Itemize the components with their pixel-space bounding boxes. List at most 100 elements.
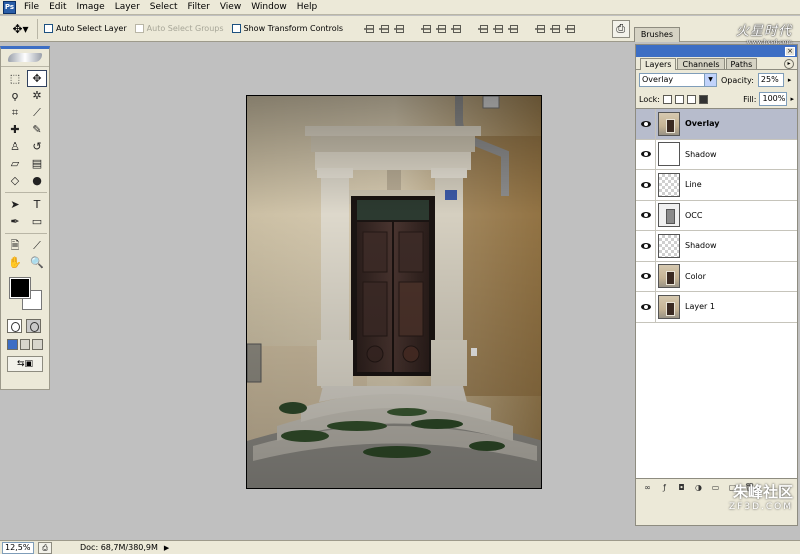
distribute-bottom-icon[interactable] [507,23,519,35]
document-canvas[interactable] [246,95,542,489]
align-vertical-center-icon[interactable] [378,23,390,35]
crop-tool-icon[interactable]: ⌗ [5,104,25,121]
opacity-input[interactable]: 25% [757,73,784,87]
layer-thumbnail [658,233,680,258]
visibility-toggle[interactable] [636,109,656,139]
hxsd-watermark-logo: 火星时代 www.hxsd.com [736,20,792,46]
move-tool-icon[interactable]: ✥ [27,70,47,87]
status-menu-icon[interactable]: ▶ [164,544,169,552]
layer-row[interactable]: Overlay [636,109,797,140]
menu-select[interactable]: Select [145,0,183,15]
blend-mode-select[interactable]: Overlay ▼ [639,73,717,87]
layer-row[interactable]: Color [636,261,797,292]
layer-name: Shadow [685,241,717,251]
layer-row[interactable]: Layer 1 [636,292,797,323]
visibility-toggle[interactable] [636,292,656,322]
panel-menu-icon[interactable]: ▸ [784,59,794,69]
layer-row[interactable]: Shadow [636,231,797,262]
layer-row[interactable]: Line [636,170,797,201]
type-tool-icon[interactable]: T [27,196,47,213]
distribute-top-icon[interactable] [477,23,489,35]
photoshop-app-icon[interactable]: Ps [3,0,16,14]
slice-tool-icon[interactable]: ⟋ [27,104,47,121]
align-top-icon[interactable] [363,23,375,35]
brushes-palette-tab[interactable]: Brushes [633,26,680,42]
layer-row[interactable]: OCC [636,200,797,231]
close-icon[interactable]: × [785,46,795,56]
shape-tool-icon[interactable]: ▭ [27,213,47,230]
marquee-tool-icon[interactable]: ⬚ [5,70,25,87]
full-screen-menubar-icon[interactable] [19,339,31,350]
layer-row[interactable]: Shadow [636,139,797,170]
menu-edit[interactable]: Edit [44,0,71,15]
distribute-hcenter-icon[interactable] [549,23,561,35]
link-layers-icon[interactable]: ∞ [642,483,653,493]
distribute-right-icon[interactable] [564,23,576,35]
magic-wand-tool-icon[interactable]: ✲ [27,87,47,104]
path-selection-tool-icon[interactable]: ➤ [5,196,25,213]
layer-thumbnail [658,264,680,289]
menu-filter[interactable]: Filter [183,0,215,15]
standard-mode-icon[interactable] [7,319,22,333]
distribute-center-icon[interactable] [492,23,504,35]
tab-layers[interactable]: Layers [640,58,677,70]
brush-tool-icon[interactable]: ✎ [27,121,47,138]
move-tool-preset-picker[interactable]: ✥▾ [4,18,38,39]
align-bottom-icon[interactable] [393,23,405,35]
menu-help[interactable]: Help [292,0,323,15]
dodge-tool-icon[interactable]: ● [27,172,47,189]
healing-brush-tool-icon[interactable]: ✚ [5,121,25,138]
distribute-left-icon[interactable] [534,23,546,35]
foreground-color-swatch[interactable] [9,277,31,299]
align-horizontal-center-icon[interactable] [435,23,447,35]
feather-logo-icon [8,53,42,62]
standard-screen-mode-icon[interactable] [7,339,18,350]
auto-select-layer-label: Auto Select Layer [56,24,127,33]
zoom-level-field[interactable]: 12,5% [2,541,34,554]
new-adjustment-layer-icon[interactable]: ◑ [693,483,704,493]
align-right-icon[interactable] [450,23,462,35]
menu-view[interactable]: View [215,0,246,15]
notes-tool-icon[interactable]: 🗎 [5,237,25,254]
lock-position-icon[interactable] [686,94,696,104]
menu-image[interactable]: Image [72,0,110,15]
eyedropper-tool-icon[interactable]: ⟋ [27,237,47,254]
lock-image-icon[interactable] [674,94,684,104]
visibility-toggle[interactable] [636,200,656,230]
new-group-icon[interactable]: ▭ [710,483,721,493]
blur-tool-icon[interactable]: ◇ [5,172,25,189]
lock-transparent-icon[interactable] [662,94,672,104]
fill-slider-icon[interactable]: ▸ [790,95,794,103]
opacity-slider-icon[interactable]: ▸ [788,76,792,84]
hand-tool-icon[interactable]: ✋ [5,254,25,271]
menu-window[interactable]: Window [246,0,292,15]
history-brush-tool-icon[interactable]: ↺ [27,138,47,155]
fill-input[interactable]: 100% [759,92,788,106]
jump-to-imageready-icon[interactable]: ⇆▣ [7,356,43,372]
visibility-toggle[interactable] [636,170,656,200]
document-info-icon[interactable]: ⎙ [38,541,52,554]
full-screen-mode-icon[interactable] [32,339,44,350]
visibility-toggle[interactable] [636,261,656,291]
add-mask-icon[interactable]: ◘ [676,483,687,493]
menu-layer[interactable]: Layer [110,0,145,15]
menu-file[interactable]: File [19,0,44,15]
lasso-tool-icon[interactable]: ϙ [5,87,25,104]
eraser-tool-icon[interactable]: ▱ [5,155,25,172]
tab-channels[interactable]: Channels [677,58,725,69]
visibility-toggle[interactable] [636,139,656,169]
align-left-icon[interactable] [420,23,432,35]
layer-style-icon[interactable]: ƒ [659,483,670,493]
zoom-tool-icon[interactable]: 🔍 [27,254,47,271]
pen-tool-icon[interactable]: ✒ [5,213,25,230]
visibility-toggle[interactable] [636,231,656,261]
tab-paths[interactable]: Paths [725,58,758,69]
quick-mask-mode-icon[interactable] [26,319,41,333]
clone-stamp-tool-icon[interactable]: ♙ [5,138,25,155]
panel-titlebar[interactable]: × [636,45,797,57]
show-transform-controls-checkbox[interactable]: Show Transform Controls [231,24,343,33]
lock-all-icon[interactable] [698,94,708,104]
auto-select-layer-checkbox[interactable]: Auto Select Layer [44,24,127,33]
file-browser-icon[interactable]: ⎙ [611,20,630,38]
gradient-tool-icon[interactable]: ▤ [27,155,47,172]
